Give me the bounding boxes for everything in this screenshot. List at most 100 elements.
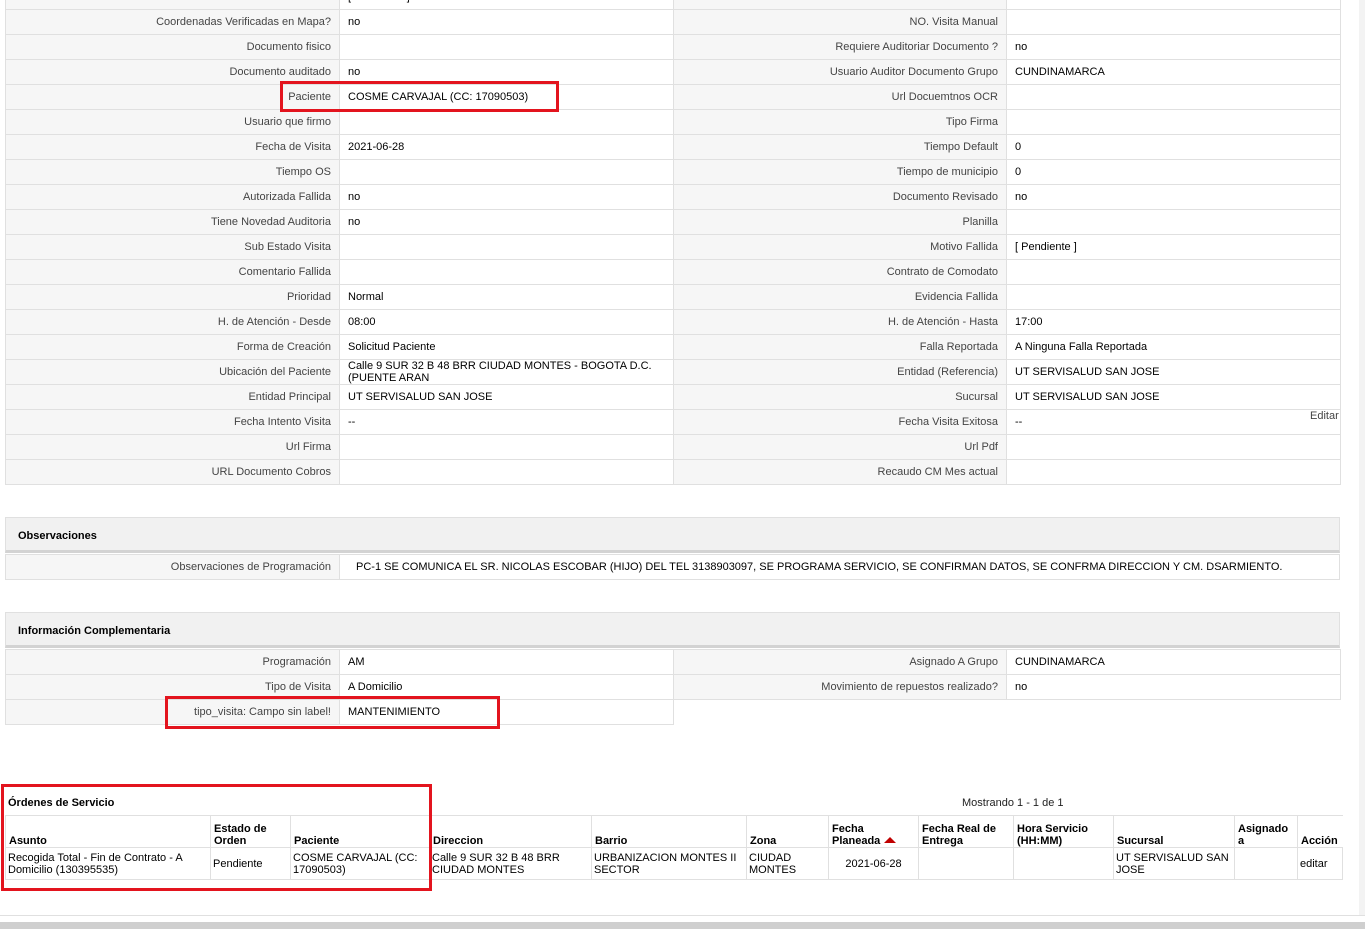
orders-column-header[interactable]: Fecha Real de Entrega: [918, 815, 1014, 848]
detail-label: Prioridad: [5, 284, 340, 310]
observaciones-row: Observaciones de Programación PC-1 SE CO…: [5, 554, 1340, 580]
horizontal-scrollbar[interactable]: [0, 922, 1365, 929]
detail-value: [339, 259, 674, 285]
orders-column-header[interactable]: Asignado a: [1234, 815, 1298, 848]
detail-value: [339, 234, 674, 260]
orders-column-header[interactable]: Sucursal: [1113, 815, 1235, 848]
detail-row: Fecha Intento Visita -- Fecha Visita Exito…: [5, 409, 1341, 435]
detail-value: [1006, 284, 1341, 310]
detail-value: [339, 109, 674, 135]
detail-label: Falla Reportada: [673, 334, 1007, 360]
detail-label: Recaudo CM Mes actual: [673, 459, 1007, 485]
detail-label: Documento Revisado: [673, 184, 1007, 210]
footer-divider: [0, 915, 1365, 916]
detail-label: Entidad (Referencia): [673, 359, 1007, 385]
detail-value: [1006, 209, 1341, 235]
detail-value: [1006, 259, 1341, 285]
detail-value: [1006, 434, 1341, 460]
observaciones-value: PC-1 SE COMUNICA EL SR. NICOLAS ESCOBAR …: [356, 561, 1283, 573]
detail-label: Requiere Auditoriar Documento ?: [673, 34, 1007, 60]
detail-label: Tema de Datos UPS: [5, 0, 340, 10]
order-cell: URBANIZACION MONTES II SECTOR: [591, 847, 747, 880]
complementaria-label: Programación: [5, 649, 340, 675]
scrollbar-track[interactable]: [1359, 0, 1365, 915]
detail-label: Conexión de Dirección: [673, 0, 1007, 10]
detail-value: Normal: [339, 284, 674, 310]
detail-value: UT SERVISALUD SAN JOSE: [1006, 384, 1341, 410]
detail-value: [1006, 0, 1341, 10]
detail-value: no: [339, 9, 674, 35]
visit-details-table: Tema de Datos UPS[ Pendiente ]Conexión d…: [5, 0, 1341, 485]
detail-value: Calle 9 SUR 32 B 48 BRR CIUDAD MONTES - …: [339, 359, 674, 385]
detail-row: Fecha de Visita 2021-06-28 Tiempo Default 0: [5, 134, 1341, 160]
detail-label: Evidencia Fallida: [673, 284, 1007, 310]
complementaria-label: Asignado A Grupo: [673, 649, 1007, 675]
detail-value: --: [339, 409, 674, 435]
detail-row: Usuario que firmo Tipo Firma: [5, 109, 1341, 135]
detail-row: H. de Atención - Desde 08:00 H. de Atenció…: [5, 309, 1341, 335]
detail-row: Documento fisico Requiere Auditoriar Docu…: [5, 34, 1341, 60]
orders-column-header[interactable]: Barrio: [591, 815, 747, 848]
detail-label: URL Documento Cobros: [5, 459, 340, 485]
complementaria-value: [1006, 699, 1341, 725]
observaciones-header: Observaciones: [5, 517, 1340, 553]
order-cell: [918, 847, 1014, 880]
detail-value: --: [1006, 409, 1341, 435]
column-label: Sucursal: [1117, 835, 1164, 847]
detail-value: 17:00: [1006, 309, 1341, 335]
detail-label: Url Docuemtnos OCR: [673, 84, 1007, 110]
column-label: Zona: [750, 835, 777, 847]
detail-label: Tiempo OS: [5, 159, 340, 185]
detail-row: Documento auditado no Usuario Auditor Docu…: [5, 59, 1341, 85]
complementaria-value: AM: [339, 649, 674, 675]
detail-label: Ubicación del Paciente: [5, 359, 340, 385]
detail-value: 08:00: [339, 309, 674, 335]
orders-column-header[interactable]: Fecha Planeada: [828, 815, 919, 848]
column-label: Direccion: [433, 835, 484, 847]
detail-row: Comentario Fallida Contrato de Comodato: [5, 259, 1341, 285]
column-label: Fecha Planeada: [832, 823, 881, 847]
highlight-tipo-visita: [165, 696, 500, 729]
detail-label: Url Pdf: [673, 434, 1007, 460]
detail-label: Fecha Visita Exitosa: [673, 409, 1007, 435]
detail-label: Entidad Principal: [5, 384, 340, 410]
detail-label: Fecha Intento Visita: [5, 409, 340, 435]
detail-row: Sub Estado Visita Motivo Fallida[ Pendien…: [5, 234, 1341, 260]
order-cell: [1234, 847, 1298, 880]
orders-column-header[interactable]: Hora Servicio (HH:MM): [1013, 815, 1114, 848]
detail-value: [339, 159, 674, 185]
detail-value: [1006, 9, 1341, 35]
detail-label: Coordenadas Verificadas en Mapa?: [5, 9, 340, 35]
complementaria-row: Programación AM Asignado A Grupo CUNDINAMAR…: [5, 649, 1341, 675]
order-cell: [1013, 847, 1114, 880]
detail-value: [339, 34, 674, 60]
detail-row: Paciente COSME CARVAJAL (CC: 17090503) Url…: [5, 84, 1341, 110]
detail-label: Comentario Fallida: [5, 259, 340, 285]
detail-row: Autorizada Fallida no Documento Revisado no: [5, 184, 1341, 210]
detail-value: [1006, 109, 1341, 135]
column-label: Asignado a: [1238, 823, 1289, 847]
orders-column-header[interactable]: Acción: [1297, 815, 1343, 848]
detail-row: Url Firma Url Pdf: [5, 434, 1341, 460]
column-label: Fecha Real de Entrega: [922, 823, 996, 847]
detail-label: Forma de Creación: [5, 334, 340, 360]
detail-value: UT SERVISALUD SAN JOSE: [339, 384, 674, 410]
detail-label: Tiene Novedad Auditoria: [5, 209, 340, 235]
detail-label: Usuario Auditor Documento Grupo: [673, 59, 1007, 85]
detail-label: Sucursal: [673, 384, 1007, 410]
detail-row: Forma de Creación Solicitud Paciente Falla…: [5, 334, 1341, 360]
edit-order-link[interactable]: editar: [1297, 847, 1343, 880]
detail-label: Fecha de Visita: [5, 134, 340, 160]
detail-value: [1006, 84, 1341, 110]
detail-label: Tiempo de municipio: [673, 159, 1007, 185]
orders-column-header[interactable]: Direccion: [429, 815, 592, 848]
detail-value: [ Pendiente ]: [339, 0, 674, 10]
column-label: Hora Servicio (HH:MM): [1017, 823, 1088, 847]
detail-value: Solicitud Paciente: [339, 334, 674, 360]
order-cell: Calle 9 SUR 32 B 48 BRR CIUDAD MONTES: [429, 847, 592, 880]
detail-value: [1006, 459, 1341, 485]
detail-label: Tiempo Default: [673, 134, 1007, 160]
edit-link[interactable]: Editar: [1310, 410, 1339, 422]
orders-column-header[interactable]: Zona: [746, 815, 829, 848]
complementaria-label: [673, 699, 1007, 725]
